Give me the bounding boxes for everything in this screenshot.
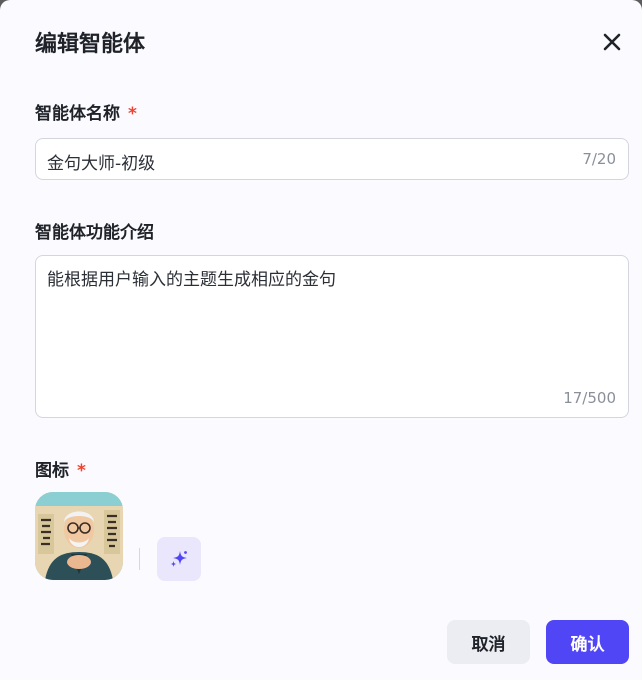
confirm-button[interactable]: 确认 [546, 620, 629, 664]
description-char-counter: 17/500 [563, 389, 616, 407]
icon-field-label: 图标 * [35, 456, 86, 481]
name-char-counter: 7/20 [582, 150, 616, 168]
required-mark: * [128, 104, 137, 124]
icon-label-text: 图标 [35, 461, 69, 481]
description-field-label: 智能体功能介绍 [35, 223, 154, 243]
close-icon [603, 33, 621, 51]
name-label-text: 智能体名称 [35, 104, 120, 124]
dialog-title: 编辑智能体 [35, 32, 146, 57]
agent-description-value: 能根据用户输入的主题生成相应的金句 [47, 270, 336, 290]
agent-name-value: 金句大师-初级 [47, 154, 156, 174]
name-field-label: 智能体名称 * [35, 99, 137, 124]
avatar-divider [139, 548, 140, 570]
edit-agent-dialog: 编辑智能体 智能体名称 * 金句大师-初级 7/20 智能体功能介绍 能根据用户输… [0, 0, 642, 680]
avatar-image [35, 492, 123, 580]
agent-name-input[interactable]: 金句大师-初级 7/20 [35, 138, 629, 180]
agent-description-textarea[interactable]: 能根据用户输入的主题生成相应的金句 17/500 [35, 255, 629, 418]
close-button[interactable] [600, 30, 624, 54]
required-mark: * [77, 461, 86, 481]
ai-generate-icon-button[interactable] [157, 537, 201, 581]
cancel-button[interactable]: 取消 [447, 620, 530, 664]
agent-avatar[interactable] [35, 492, 123, 580]
sparkle-icon [170, 551, 187, 567]
